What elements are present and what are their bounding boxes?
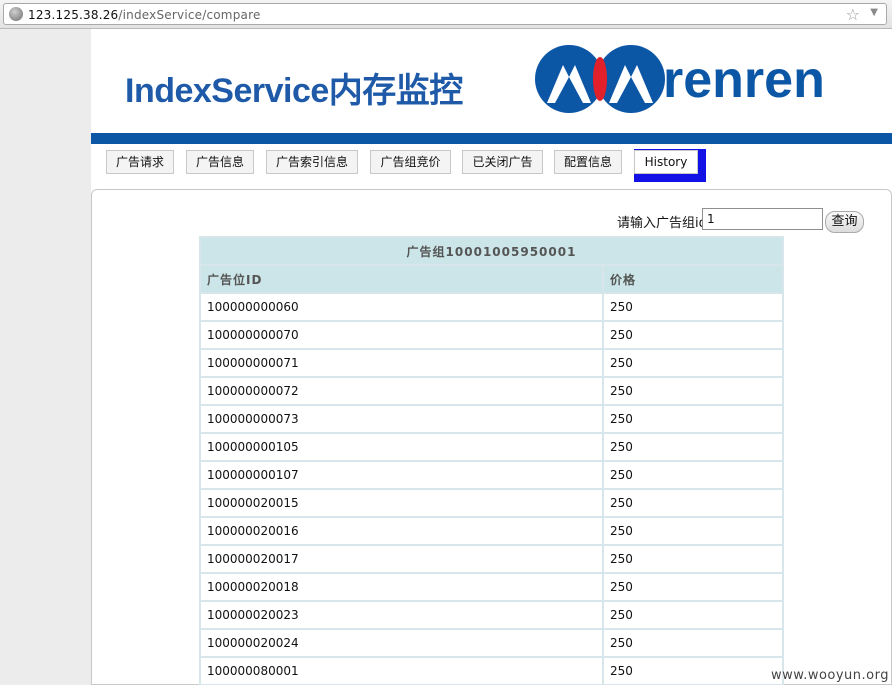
- cell-slot-id: 100000000107: [199, 460, 604, 490]
- header: IndexService内存监控 renren: [91, 29, 892, 133]
- renren-logo-mark: renren: [535, 45, 825, 113]
- cell-price: 250: [602, 516, 784, 546]
- page-container: IndexService内存监控 renren 广告请求 广告信息 广告索引信息…: [91, 29, 892, 685]
- nav-adgroup-bid[interactable]: 广告组竞价: [370, 150, 451, 174]
- cell-price: 250: [602, 628, 784, 658]
- table-row: 100000020017 250: [199, 544, 784, 574]
- cell-slot-id: 100000000073: [199, 404, 604, 434]
- table-caption: 广告组10001005950001: [199, 236, 784, 266]
- dropdown-arrow-icon[interactable]: ▼: [870, 7, 878, 18]
- content-panel: 请输入广告组id 查询 广告组10001005950001 广告位ID 价格 1…: [91, 189, 892, 685]
- nav-ad-request[interactable]: 广告请求: [106, 150, 174, 174]
- nav-closed-ads[interactable]: 已关闭广告: [462, 150, 543, 174]
- query-button[interactable]: 查询: [825, 211, 864, 233]
- nav-ad-info[interactable]: 广告信息: [186, 150, 254, 174]
- cell-price: 250: [602, 460, 784, 490]
- cell-slot-id: 100000000105: [199, 432, 604, 462]
- cell-price: 250: [602, 544, 784, 574]
- cell-price: 250: [602, 404, 784, 434]
- cell-slot-id: 100000020016: [199, 516, 604, 546]
- table-row: 100000020016 250: [199, 516, 784, 546]
- cell-slot-id: 100000020015: [199, 488, 604, 518]
- nav-ad-index-info[interactable]: 广告索引信息: [266, 150, 358, 174]
- url-text[interactable]: 123.125.38.26/indexService/compare: [28, 8, 261, 22]
- cell-price: 250: [602, 656, 784, 685]
- app-title: IndexService内存监控: [125, 72, 463, 110]
- cell-slot-id: 100000020018: [199, 572, 604, 602]
- table-row: 100000020018 250: [199, 572, 784, 602]
- table-row: 100000080001 250: [199, 656, 784, 685]
- address-bar[interactable]: 123.125.38.26/indexService/compare ☆ ▼: [3, 3, 887, 25]
- watermark: www.wooyun.org: [770, 668, 889, 683]
- nav-config-info[interactable]: 配置信息: [554, 150, 622, 174]
- cell-price: 250: [602, 488, 784, 518]
- cell-slot-id: 100000000071: [199, 348, 604, 378]
- cell-price: 250: [602, 348, 784, 378]
- browser-toolbar: 123.125.38.26/indexService/compare ☆ ▼: [0, 0, 892, 29]
- logo-text: renren: [663, 51, 825, 109]
- cell-price: 250: [602, 376, 784, 406]
- cell-slot-id: 100000080001: [199, 656, 604, 685]
- globe-icon: [9, 7, 23, 21]
- search-label: 请输入广告组id: [617, 216, 707, 231]
- table-row: 100000000105 250: [199, 432, 784, 462]
- bookmark-star-icon[interactable]: ☆: [846, 5, 860, 24]
- renren-logo: renren: [533, 43, 863, 115]
- cell-slot-id: 100000020023: [199, 600, 604, 630]
- cell-slot-id: 100000000070: [199, 320, 604, 350]
- table-row: 100000000072 250: [199, 376, 784, 406]
- table-row: 100000000107 250: [199, 460, 784, 490]
- table-row: 100000000070 250: [199, 320, 784, 350]
- column-header-slot-id: 广告位ID: [199, 264, 604, 294]
- nav-bar: 广告请求 广告信息 广告索引信息 广告组竞价 已关闭广告 配置信息 Histor…: [91, 144, 892, 184]
- cell-price: 250: [602, 572, 784, 602]
- cell-price: 250: [602, 292, 784, 322]
- column-header-price: 价格: [602, 264, 784, 294]
- table-row: 100000000071 250: [199, 348, 784, 378]
- table-row: 100000020015 250: [199, 488, 784, 518]
- cell-slot-id: 100000020024: [199, 628, 604, 658]
- cell-price: 250: [602, 320, 784, 350]
- table-row: 100000000060 250: [199, 292, 784, 322]
- adgroup-table: 广告组10001005950001 广告位ID 价格 100000000060 2…: [199, 236, 784, 685]
- cell-slot-id: 100000000072: [199, 376, 604, 406]
- table-row: 100000000073 250: [199, 404, 784, 434]
- nav-history[interactable]: History: [634, 150, 698, 174]
- cell-slot-id: 100000020017: [199, 544, 604, 574]
- cell-slot-id: 100000000060: [199, 292, 604, 322]
- cell-price: 250: [602, 432, 784, 462]
- table-body: 100000000060 250 100000000070 250 1000000000…: [199, 292, 784, 685]
- cell-price: 250: [602, 600, 784, 630]
- table-row: 100000020024 250: [199, 628, 784, 658]
- adgroup-id-input[interactable]: [702, 208, 823, 230]
- table-row: 100000020023 250: [199, 600, 784, 630]
- header-stripe: [91, 133, 892, 144]
